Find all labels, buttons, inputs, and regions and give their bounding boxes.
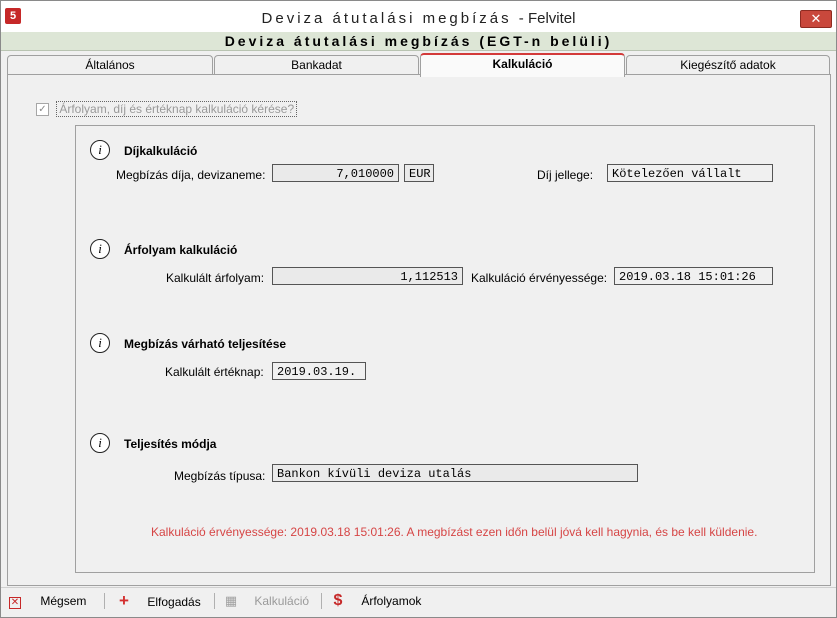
calculation-group: i Díjkalkuláció Megbízás díja, devizanem… — [75, 125, 815, 573]
tab-kiegeszito-adatok[interactable]: Kiegészítő adatok — [626, 55, 830, 75]
plus-icon: + — [119, 591, 129, 610]
calc-request-checkbox[interactable]: ✓ — [36, 103, 49, 117]
rates-label: Árfolyamok — [361, 594, 422, 608]
info-icon: i — [90, 239, 110, 259]
validity-label: Kalkuláció érvényessége: — [471, 271, 608, 285]
cancel-label: Mégsem — [40, 594, 87, 608]
calc-label: Kalkuláció — [254, 594, 310, 608]
value-date-field: 2019.03.19. — [272, 362, 366, 380]
grid-icon: ▦ — [224, 593, 238, 608]
calc-button[interactable]: ▦ Kalkuláció — [223, 591, 309, 611]
info-icon: i — [90, 140, 110, 160]
fee-label: Megbízás díja, devizaneme: — [116, 168, 266, 182]
info-icon: i — [90, 433, 110, 453]
toolbar-separator — [321, 593, 322, 609]
validity-warning: Kalkuláció érvényessége: 2019.03.18 15:0… — [151, 525, 758, 539]
fee-currency-field: EUR — [404, 164, 434, 182]
close-box-icon: ✕ — [9, 597, 21, 609]
rate-field: 1,112513 — [272, 267, 463, 285]
window-title: Deviza átutalási megbízás - Felvitel — [1, 10, 836, 27]
cancel-button[interactable]: ✕ Mégsem — [9, 591, 86, 611]
bottom-toolbar: ✕ Mégsem + Elfogadás ▦ Kalkuláció $ Árfo… — [1, 587, 836, 614]
tab-altalanos[interactable]: Általános — [7, 55, 213, 75]
section-title-dij: Díjkalkuláció — [124, 144, 198, 158]
window-title-main: Deviza átutalási megbízás — [261, 10, 512, 27]
accept-label: Elfogadás — [147, 595, 201, 609]
dialog-window: 5 Deviza átutalási megbízás - Felvitel ✕… — [0, 0, 837, 618]
info-icon: i — [90, 333, 110, 353]
fee-amount-field: 7,010000 — [272, 164, 399, 182]
section-title-teljesites: Megbízás várható teljesítése — [124, 337, 287, 351]
section-title-mod: Teljesítés módja — [124, 437, 217, 451]
section-title-arfolyam: Árfolyam kalkuláció — [124, 243, 238, 257]
accept-button[interactable]: + Elfogadás — [116, 591, 201, 611]
calc-request-checkbox-row[interactable]: ✓ Árfolyam, díj és értéknap kalkuláció k… — [36, 101, 298, 117]
value-date-label: Kalkulált értéknap: — [165, 365, 264, 379]
window-title-suffix: - Felvitel — [518, 10, 576, 27]
fee-type-field: Kötelezően vállalt — [607, 164, 773, 182]
dollar-icon: $ — [333, 592, 343, 609]
fee-type-label: Díj jellege: — [537, 168, 594, 182]
close-button[interactable]: ✕ — [800, 10, 832, 28]
title-bar: 5 Deviza átutalási megbízás - Felvitel ✕ — [1, 1, 836, 33]
order-type-label: Megbízás típusa: — [174, 469, 266, 483]
rate-label: Kalkulált árfolyam: — [166, 271, 265, 285]
tab-bar: Általános Bankadat Kalkuláció Kiegészítő… — [7, 53, 830, 77]
calc-request-label: Árfolyam, díj és értéknap kalkuláció kér… — [56, 101, 298, 117]
order-type-field: Bankon kívüli deviza utalás — [272, 464, 638, 482]
toolbar-separator — [214, 593, 215, 609]
tab-bankadat[interactable]: Bankadat — [214, 55, 419, 75]
tab-kalkulacio[interactable]: Kalkuláció — [420, 53, 625, 77]
validity-field: 2019.03.18 15:01:26 — [614, 267, 773, 285]
toolbar-separator — [104, 593, 105, 609]
kalkulacio-panel: ✓ Árfolyam, díj és értéknap kalkuláció k… — [7, 74, 831, 586]
form-subtitle: Deviza átutalási megbízás (EGT-n belüli) — [1, 32, 836, 51]
rates-button[interactable]: $ Árfolyamok — [330, 591, 422, 611]
